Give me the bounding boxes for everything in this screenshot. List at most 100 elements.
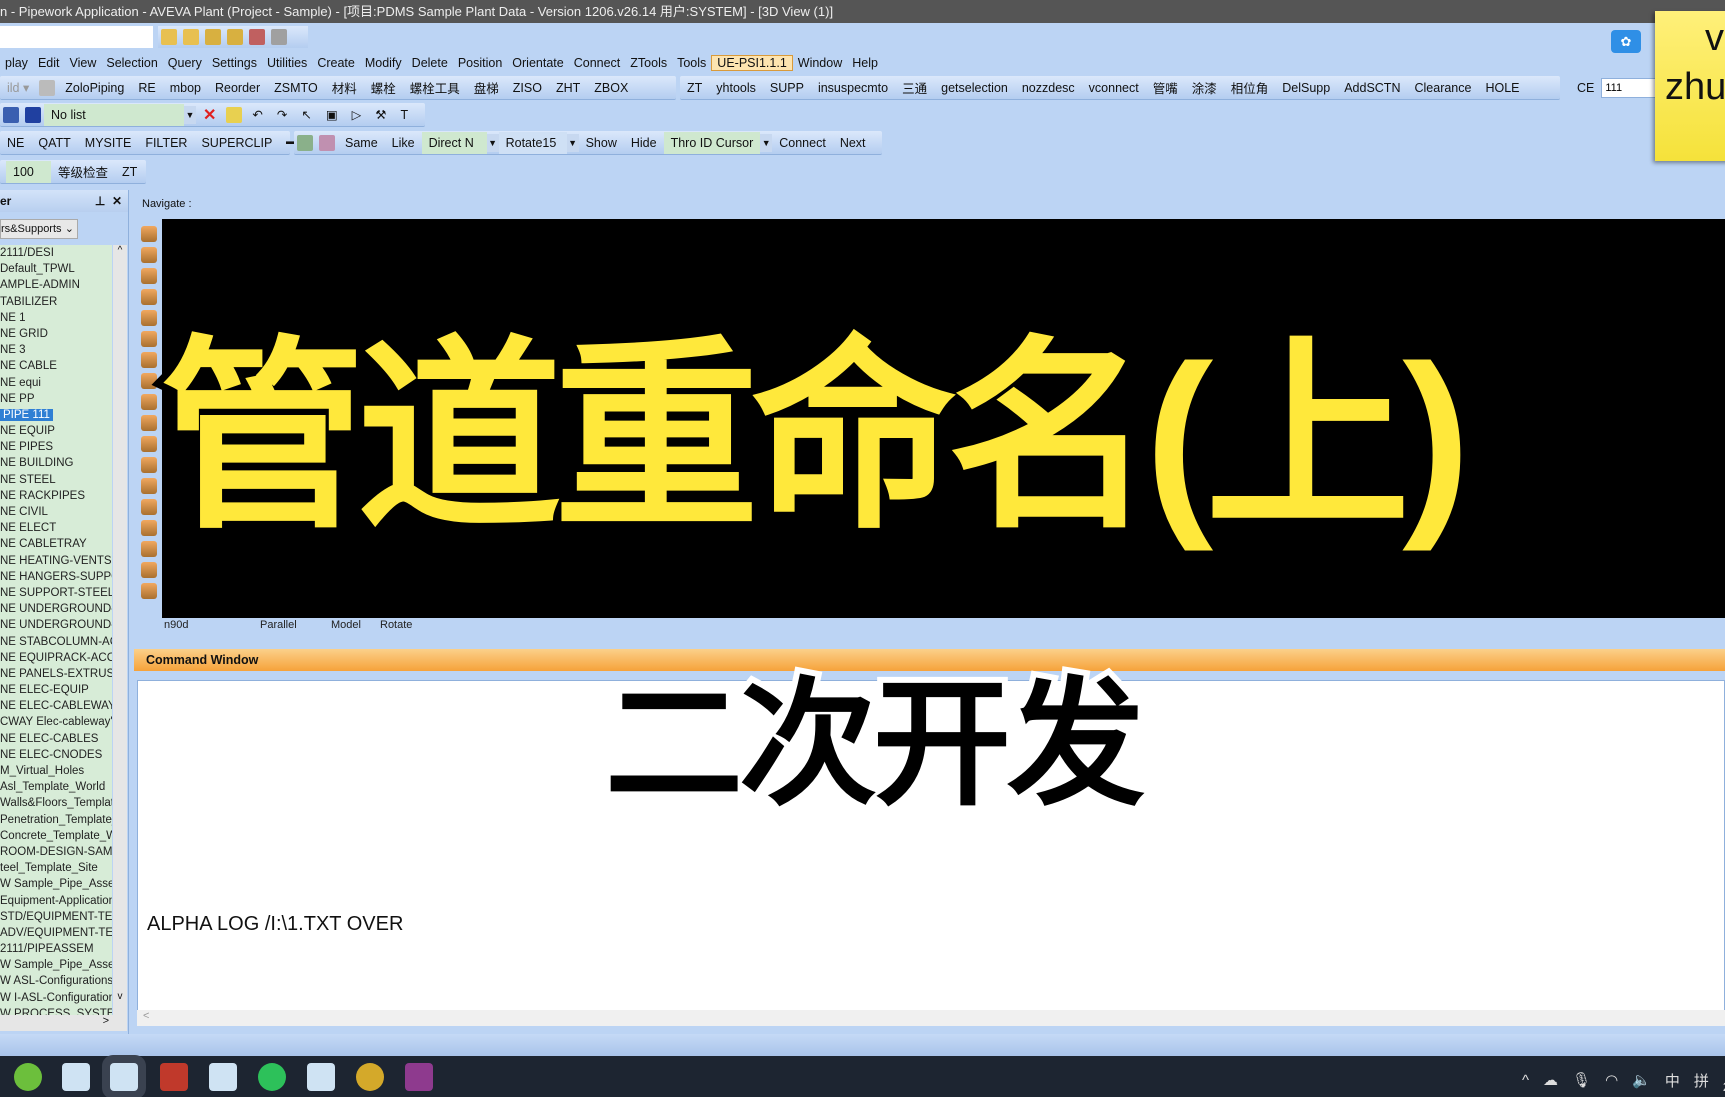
toolbar-btn[interactable]: mbop xyxy=(163,81,208,95)
tree-item[interactable]: Equipment-Application-T xyxy=(0,893,112,909)
tree-item[interactable]: NE HANGERS-SUPPC xyxy=(0,569,112,585)
tree-item[interactable]: 2111/DESI xyxy=(0,245,112,261)
tree-item[interactable]: Penetration_Template_\ xyxy=(0,812,112,828)
view-tool-icon[interactable] xyxy=(141,289,157,305)
toolbar-btn[interactable]: 相位角 xyxy=(1224,78,1276,97)
tree-item[interactable]: NE BUILDING xyxy=(0,455,112,471)
tree-item[interactable]: NE UNDERGROUND- xyxy=(0,601,112,617)
ultraedit-icon[interactable] xyxy=(356,1063,384,1091)
view-tool-icon[interactable] xyxy=(141,268,157,284)
cloud-icon[interactable]: ☁ xyxy=(1543,1071,1558,1089)
tree-item[interactable]: NE CABLE xyxy=(0,358,112,374)
toolbar-btn[interactable]: SUPP xyxy=(763,81,811,95)
autocad-icon[interactable] xyxy=(160,1063,188,1091)
menu-utilities[interactable]: Utilities xyxy=(262,56,312,70)
direct-select[interactable]: Direct N xyxy=(421,131,487,154)
tree-item[interactable]: NE HEATING-VENTS xyxy=(0,553,112,569)
aveva-icon[interactable] xyxy=(110,1063,138,1091)
tree-item[interactable]: NE 3 xyxy=(0,342,112,358)
next-button[interactable]: Next xyxy=(833,136,873,150)
list-icon[interactable] xyxy=(3,106,19,123)
tree-item[interactable]: NE STABCOLUMN-AC xyxy=(0,634,112,650)
tree-item[interactable]: Walls&Floors_Template xyxy=(0,795,112,811)
menu-create[interactable]: Create xyxy=(312,56,360,70)
zt-button[interactable]: ZT xyxy=(115,165,144,179)
tree-item[interactable]: PIPE 111 xyxy=(0,407,112,423)
toolbar-btn[interactable]: 螺栓 xyxy=(364,78,403,97)
tree-item[interactable]: Concrete_Template_Wo xyxy=(0,828,112,844)
thro-select[interactable]: Thro ID Cursor xyxy=(663,131,761,154)
tree-item[interactable]: 2111/PIPEASSEM xyxy=(0,941,112,957)
tree-item[interactable]: NE 1 xyxy=(0,310,112,326)
view-label[interactable]: Parallel xyxy=(260,619,297,631)
toolbar-btn[interactable]: MYSITE xyxy=(78,136,139,150)
browser-icon[interactable] xyxy=(14,1063,42,1091)
delete-icon[interactable] xyxy=(249,29,265,45)
menu-orientate[interactable]: Orientate xyxy=(507,56,568,70)
view-tool-icon[interactable] xyxy=(141,436,157,452)
toolbar-btn[interactable]: NE xyxy=(0,136,31,150)
pipe-icon[interactable] xyxy=(227,29,243,45)
wechat-icon[interactable] xyxy=(258,1063,286,1091)
toolbar-btn[interactable]: Reorder xyxy=(208,81,267,95)
menu-view[interactable]: View xyxy=(64,56,101,70)
tree-item[interactable]: NE CIVIL xyxy=(0,504,112,520)
highlight-icon[interactable] xyxy=(226,106,243,123)
menu-ztools[interactable]: ZTools xyxy=(625,56,672,70)
wifi-icon[interactable]: ◠ xyxy=(1605,1071,1618,1089)
toolbar-btn[interactable]: HOLE xyxy=(1478,81,1526,95)
tree-item[interactable]: W ASL-Configurations-. xyxy=(0,973,112,989)
toolbar-btn[interactable]: 螺栓工具 xyxy=(403,78,467,97)
volume-icon[interactable]: 🔈 xyxy=(1632,1071,1651,1089)
pin-icon[interactable]: ⊥ xyxy=(95,194,105,208)
menu-window[interactable]: Window xyxy=(793,56,847,70)
aveva-icon[interactable] xyxy=(209,1063,237,1091)
pipe-icon[interactable] xyxy=(183,29,199,45)
menu-tools[interactable]: Tools xyxy=(672,56,711,70)
menu-position[interactable]: Position xyxy=(453,56,507,70)
tree-item[interactable]: NE EQUIPRACK-ACCE xyxy=(0,650,112,666)
view-label[interactable]: Rotate xyxy=(380,619,412,631)
view-tool-icon[interactable] xyxy=(141,541,157,557)
menu-selection[interactable]: Selection xyxy=(101,56,162,70)
toolbar-btn[interactable]: nozzdesc xyxy=(1015,81,1082,95)
hide-button[interactable]: Hide xyxy=(624,136,664,150)
view-tool-icon[interactable] xyxy=(141,247,157,263)
tool-icon[interactable]: ⚒ xyxy=(368,107,393,122)
view-tool-icon[interactable] xyxy=(141,583,157,599)
tree-item[interactable]: W I-ASL-Configurations xyxy=(0,990,112,1006)
toolbar-btn[interactable]: Clearance xyxy=(1407,81,1478,95)
redo-icon[interactable]: ↷ xyxy=(270,107,294,122)
menu-display[interactable]: play xyxy=(0,56,33,70)
like-button[interactable]: Like xyxy=(385,136,422,150)
chevron-down-icon[interactable]: ▼ xyxy=(486,133,499,152)
view-tool-icon[interactable] xyxy=(141,457,157,473)
tree-item[interactable]: NE UNDERGROUND- xyxy=(0,617,112,633)
toolbar-btn[interactable]: 涂漆 xyxy=(1185,78,1224,97)
list-select[interactable]: No list xyxy=(44,103,184,126)
tree-item[interactable]: TABILIZER xyxy=(0,294,112,310)
grid-icon[interactable] xyxy=(25,106,41,123)
toolbar-btn[interactable]: 盘梯 xyxy=(467,78,506,97)
recorder-icon[interactable] xyxy=(405,1063,433,1091)
toolbar-btn[interactable]: ZoloPiping xyxy=(58,81,131,95)
tree-hscrollbar[interactable]: > xyxy=(0,1015,127,1031)
tree-item[interactable]: NE RACKPIPES xyxy=(0,488,112,504)
chevron-down-icon[interactable]: ▼ xyxy=(760,133,773,152)
close-icon[interactable]: ✕ xyxy=(112,194,122,208)
toolbar-btn[interactable]: vconnect xyxy=(1082,81,1146,95)
filter-icon[interactable] xyxy=(297,134,313,151)
tree-item[interactable]: ADV/EQUIPMENT-TEM xyxy=(0,925,112,941)
menu-modify[interactable]: Modify xyxy=(360,56,407,70)
menu-delete[interactable]: Delete xyxy=(407,56,453,70)
view-label[interactable]: Model xyxy=(331,619,361,631)
menu-settings[interactable]: Settings xyxy=(207,56,262,70)
toolbar-btn[interactable]: yhtools xyxy=(709,81,763,95)
ime-pinyin[interactable]: 拼 xyxy=(1694,1070,1709,1091)
tree-item[interactable]: CWAY Elec-cableway' xyxy=(0,714,112,730)
menu-help[interactable]: Help xyxy=(847,56,883,70)
view-tool-icon[interactable] xyxy=(141,373,157,389)
toolbar-btn[interactable]: SUPERCLIP xyxy=(194,136,279,150)
connect-button[interactable]: Connect xyxy=(772,136,833,150)
toolbar-btn[interactable]: RE xyxy=(131,81,162,95)
